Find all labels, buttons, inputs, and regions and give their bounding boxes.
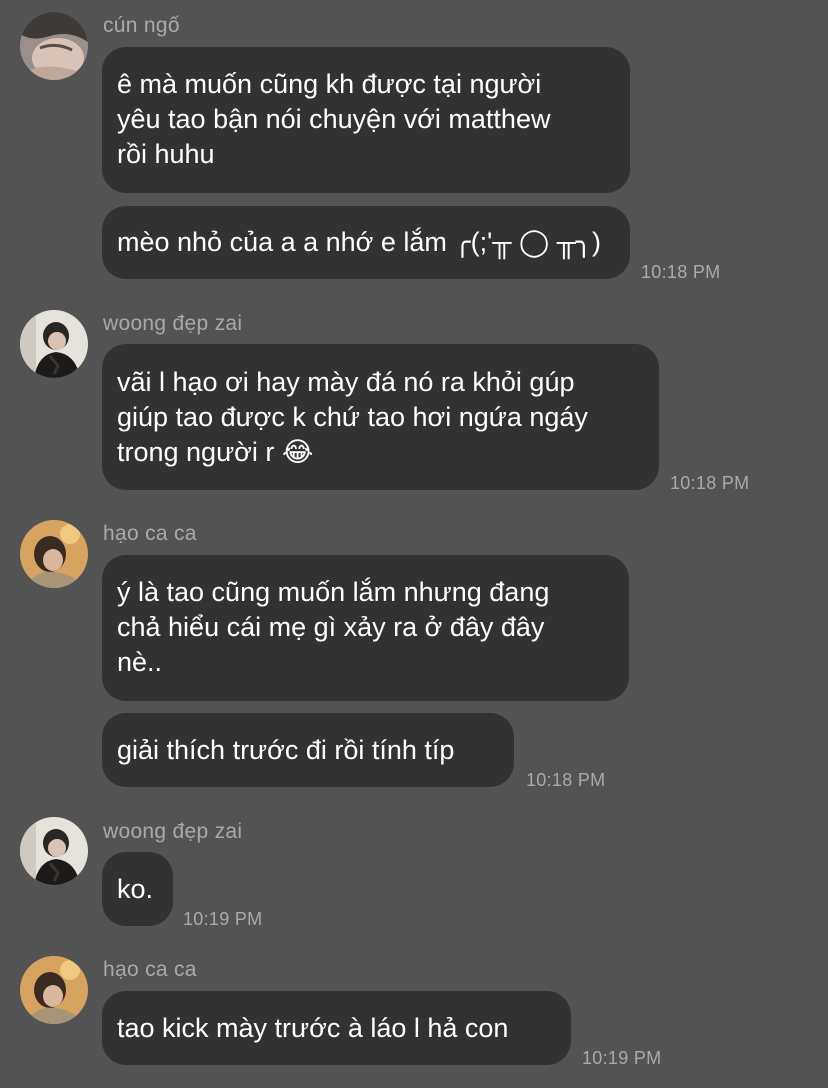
avatar-photo-icon xyxy=(20,817,88,885)
message-text: giải thích trước đi rồi tính típ xyxy=(117,735,455,765)
avatar-cun-ngo[interactable] xyxy=(20,12,88,80)
message-timestamp: 10:18 PM xyxy=(670,473,750,493)
message-bubble[interactable]: giải thích trước đi rồi tính típ xyxy=(102,713,514,787)
message-timestamp: 10:19 PM xyxy=(582,1048,662,1068)
message-text: nè.. xyxy=(117,647,163,677)
message-text: yêu tao bận nói chuyện với matthew xyxy=(117,104,551,134)
avatar-woong-dep-zai[interactable] xyxy=(20,817,88,885)
message-bubble[interactable]: mèo nhỏ của a a nhớ e lắm ╭(;'╥ ◯ ╥╮) xyxy=(102,206,630,279)
message-text: chả hiểu cái mẹ gì xảy ra ở đây đây xyxy=(117,612,545,642)
message-text: ê mà muốn cũng kh được tại người xyxy=(117,69,542,99)
message-text: tao kick mày trước à láo l hả con xyxy=(117,1013,509,1043)
avatar-photo-icon xyxy=(20,310,88,378)
sender-name: woong đẹp zai xyxy=(103,312,243,335)
message-text: ko. xyxy=(117,874,154,904)
message-text: mèo nhỏ của a a nhớ e lắm ╭(;'╥ ◯ ╥╮) xyxy=(117,227,602,257)
avatar-hao-ca-ca[interactable] xyxy=(20,520,88,588)
message-bubble[interactable]: vãi l hạo ơi hay mày đá nó ra khỏi gúp g… xyxy=(102,344,659,490)
avatar-photo-icon xyxy=(20,12,88,80)
sender-name: cún ngố xyxy=(103,14,180,37)
message-bubble[interactable]: ko. xyxy=(102,852,173,926)
message-timestamp: 10:18 PM xyxy=(526,770,606,790)
avatar-photo-icon xyxy=(20,520,88,588)
message-text: trong người r 😂 xyxy=(117,437,314,467)
message-bubble[interactable]: tao kick mày trước à láo l hả con xyxy=(102,991,571,1065)
sender-name: hạo ca ca xyxy=(103,522,197,545)
message-timestamp: 10:18 PM xyxy=(641,262,721,282)
avatar-hao-ca-ca[interactable] xyxy=(20,956,88,1024)
message-timestamp: 10:19 PM xyxy=(183,909,263,929)
message-text: rồi huhu xyxy=(117,139,215,169)
avatar-photo-icon xyxy=(20,956,88,1024)
message-bubble[interactable]: ê mà muốn cũng kh được tại người yêu tao… xyxy=(102,47,630,193)
sender-name: hạo ca ca xyxy=(103,958,197,981)
sender-name: woong đẹp zai xyxy=(103,820,243,843)
message-text: giúp tao được k chứ tao hơi ngứa ngáy xyxy=(117,402,588,432)
avatar-woong-dep-zai[interactable] xyxy=(20,310,88,378)
message-text: ý là tao cũng muốn lắm nhưng đang xyxy=(117,577,550,607)
message-bubble[interactable]: ý là tao cũng muốn lắm nhưng đang chả hi… xyxy=(102,555,629,701)
message-text: vãi l hạo ơi hay mày đá nó ra khỏi gúp xyxy=(117,367,575,397)
